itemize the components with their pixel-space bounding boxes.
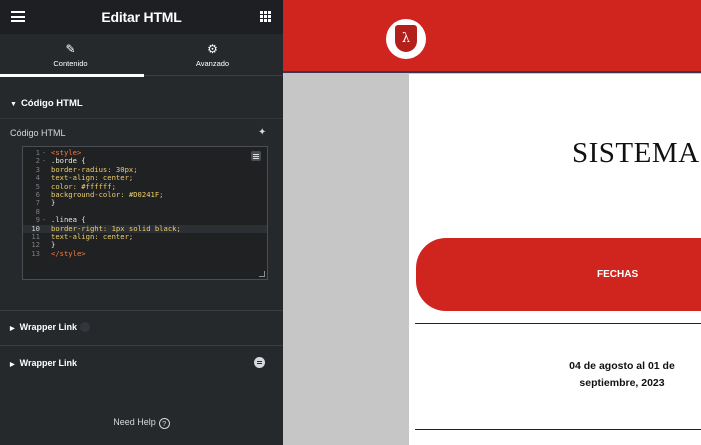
wrapper-link-label: Wrapper Link xyxy=(19,358,77,368)
page-heading: SISTEMA xyxy=(572,137,700,169)
section-toggle-codigo-html[interactable]: ▼ Código HTML xyxy=(10,98,83,109)
divider xyxy=(0,345,283,346)
resize-handle[interactable] xyxy=(259,271,265,277)
code-line: 11 text-align: center; xyxy=(31,231,134,241)
shield-icon xyxy=(395,25,417,52)
wrapper-link-label: Wrapper Link xyxy=(19,322,77,332)
site-logo[interactable] xyxy=(386,19,426,59)
pencil-icon: ✎ xyxy=(65,42,76,56)
caret-right-icon: ▶ xyxy=(10,326,15,332)
pro-badge-icon xyxy=(79,322,90,332)
panel-title: Editar HTML xyxy=(101,9,182,25)
divider xyxy=(0,118,283,119)
site-header xyxy=(283,0,701,72)
help-circle-icon: ? xyxy=(158,418,170,429)
divider-line xyxy=(415,429,701,430)
date-range-text: 04 de agosto al 01 de septiembre, 2023 xyxy=(569,360,675,389)
dynamic-tags-icon[interactable] xyxy=(254,357,265,368)
header-border xyxy=(283,71,701,73)
code-editor[interactable]: 1- <style> 2- .borde { 3 border-radius: 30p… xyxy=(22,146,268,280)
ai-sparkle-icon[interactable]: ✦ xyxy=(258,127,266,138)
gear-icon: ⚙ xyxy=(207,42,218,56)
fechas-label: FECHAS xyxy=(597,269,639,280)
section-toggle-wrapper-link[interactable]: ▶ Wrapper Link xyxy=(10,322,90,332)
field-label: Código HTML xyxy=(10,128,66,138)
need-help-label: Need Help xyxy=(113,417,156,427)
divider xyxy=(0,310,283,311)
section-toggle-wrapper-link-2[interactable]: ▶ Wrapper Link xyxy=(10,358,77,368)
editor-panel: Editar HTML ✎ Contenido ⚙ Avanzado ▼ Códi… xyxy=(0,0,283,445)
need-help-link[interactable]: Need Help? xyxy=(0,417,283,429)
section-title: Código HTML xyxy=(20,98,83,109)
tab-avanzado-label: Avanzado xyxy=(195,59,230,68)
caret-right-icon: ▶ xyxy=(10,362,15,368)
divider-line xyxy=(415,323,701,324)
tab-contenido-label: Contenido xyxy=(53,59,88,68)
code-line: 6 background-color: #D0241F; xyxy=(35,189,164,199)
panel-header: Editar HTML xyxy=(0,0,283,34)
fechas-banner xyxy=(416,238,701,311)
code-line: 7} xyxy=(35,198,56,208)
tab-avanzado[interactable]: ⚙ Avanzado xyxy=(142,34,283,76)
code-line: 13 </style> xyxy=(31,248,86,258)
tab-contenido[interactable]: ✎ Contenido xyxy=(0,34,144,77)
panel-tabs: ✎ Contenido ⚙ Avanzado xyxy=(0,34,283,77)
caret-down-icon: ▼ xyxy=(10,101,17,108)
widgets-grid-icon[interactable] xyxy=(260,11,271,22)
